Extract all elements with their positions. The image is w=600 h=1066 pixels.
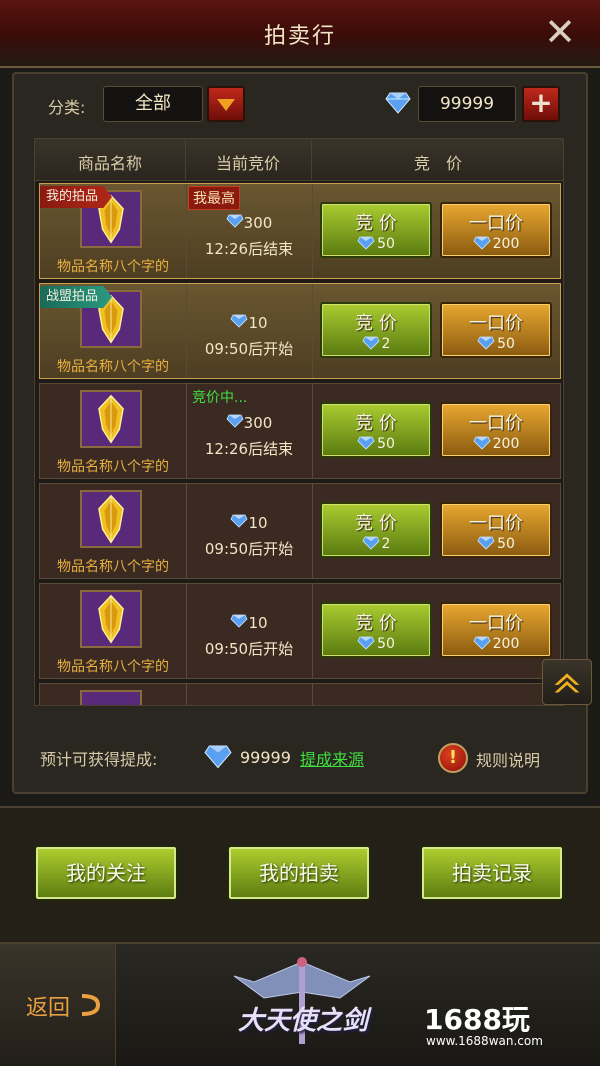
header-item-name: 商品名称 <box>77 154 142 173</box>
rules-link[interactable]: 规则说明 <box>476 747 540 771</box>
add-currency-button[interactable]: + <box>522 86 560 122</box>
current-bid-price: 10 <box>186 614 312 632</box>
dropdown-arrow-icon[interactable] <box>207 86 245 122</box>
diamond-icon <box>385 92 411 114</box>
category-label: 分类: <box>48 98 86 117</box>
current-bid-price: 10 <box>186 514 312 532</box>
back-arrow-icon[interactable] <box>78 992 102 1018</box>
game-logo-text: 大天使之剑 <box>237 1006 368 1036</box>
diamond-icon <box>204 745 232 769</box>
diamond-icon <box>473 236 491 250</box>
item-tag: 战盟拍品 <box>40 286 113 308</box>
time-remaining: 09:50后开始 <box>204 340 294 358</box>
item-icon[interactable] <box>80 590 142 648</box>
close-icon[interactable]: ✕ <box>542 12 578 52</box>
title-bar: 拍卖行 ✕ <box>0 0 600 68</box>
table-row: 物品名称八个字的 10 09:50后开始 竞 价 2 一口价 50 <box>39 483 561 579</box>
diamond-icon <box>357 436 375 450</box>
exclamation-icon[interactable]: ! <box>438 743 468 773</box>
diamond-balance: 99999 <box>418 86 516 122</box>
bid-button[interactable]: 竞 价2 <box>320 502 432 558</box>
watermark-url: www.1688wan.com <box>426 1034 543 1048</box>
header-current-bid: 当前竞价 <box>215 154 280 173</box>
header-bid: 竞 价 <box>413 154 462 173</box>
item-icon[interactable] <box>80 690 142 705</box>
commission-value: 99999 <box>240 748 291 767</box>
diamond-icon <box>362 336 380 350</box>
diamond-icon <box>226 414 244 428</box>
bid-status: 竞价中... <box>192 390 248 406</box>
diamond-icon <box>477 336 495 350</box>
item-name: 物品名称八个字的 <box>57 459 169 475</box>
diamond-icon <box>357 236 375 250</box>
back-label[interactable]: 返回 <box>26 990 70 1022</box>
current-bid-price: 10 <box>186 314 312 332</box>
bid-button[interactable]: 竞 价2 <box>320 302 432 358</box>
diamond-icon <box>473 436 491 450</box>
bid-status: 我最高 <box>188 186 240 210</box>
buyout-button[interactable]: 一口价 200 <box>440 402 552 458</box>
buyout-button[interactable]: 一口价 50 <box>440 302 552 358</box>
time-remaining: 09:50后开始 <box>204 640 294 658</box>
current-bid-price: 300 <box>186 414 312 432</box>
buyout-button[interactable]: 一口价 200 <box>440 202 552 258</box>
table-row-partial <box>39 683 561 705</box>
buyout-button[interactable]: 一口价 50 <box>440 502 552 558</box>
item-name: 物品名称八个字的 <box>57 659 169 675</box>
table-row: 物品名称八个字的 竞价中... 300 12:26后结束 竞 价 50 一口价 200 <box>39 383 561 479</box>
diamond-icon <box>230 314 248 328</box>
diamond-icon <box>230 514 248 528</box>
auction-table: 商品名称 当前竞价 竞 价 物品名称八个字的 我的拍品 我最高 300 12:26后结束… <box>34 138 564 706</box>
bid-button[interactable]: 竞 价 50 <box>320 402 432 458</box>
category-select[interactable]: 全部 <box>103 86 203 122</box>
item-tag: 我的拍品 <box>40 186 113 208</box>
my-auctions-button[interactable]: 我的拍卖 <box>227 845 371 901</box>
bid-button[interactable]: 竞 价 50 <box>320 202 432 258</box>
time-remaining: 09:50后开始 <box>204 540 294 558</box>
commission-label: 预计可获得提成: <box>40 750 158 769</box>
current-bid-price: 300 <box>186 214 312 232</box>
item-icon[interactable] <box>80 390 142 448</box>
item-name: 物品名称八个字的 <box>57 359 169 375</box>
item-name: 物品名称八个字的 <box>57 559 169 575</box>
item-name: 物品名称八个字的 <box>57 259 169 275</box>
diamond-icon <box>477 536 495 550</box>
time-remaining: 12:26后结束 <box>204 440 294 458</box>
watermark-text: 1688玩 <box>424 1003 530 1036</box>
diamond-icon <box>473 636 491 650</box>
scroll-top-icon[interactable] <box>542 659 592 705</box>
diamond-icon <box>362 536 380 550</box>
buyout-button[interactable]: 一口价 200 <box>440 602 552 658</box>
table-header: 商品名称 当前竞价 竞 价 <box>35 139 563 181</box>
table-row: 物品名称八个字的 10 09:50后开始 竞 价 50 一口价 200 <box>39 583 561 679</box>
auction-records-button[interactable]: 拍卖记录 <box>420 845 564 901</box>
my-watchlist-button[interactable]: 我的关注 <box>34 845 178 901</box>
time-remaining: 12:26后结束 <box>204 240 294 258</box>
diamond-icon <box>357 636 375 650</box>
table-row: 物品名称八个字的 我的拍品 我最高 300 12:26后结束 竞 价 50 一口价 200 <box>39 183 561 279</box>
table-row: 物品名称八个字的 战盟拍品 10 09:50后开始 竞 价 2 一口价 50 <box>39 283 561 379</box>
diamond-icon <box>230 614 248 628</box>
item-icon[interactable] <box>80 490 142 548</box>
commission-source-link[interactable]: 提成来源 <box>300 746 364 770</box>
bid-button[interactable]: 竞 价 50 <box>320 602 432 658</box>
page-title: 拍卖行 <box>263 24 336 49</box>
diamond-icon <box>226 214 244 228</box>
